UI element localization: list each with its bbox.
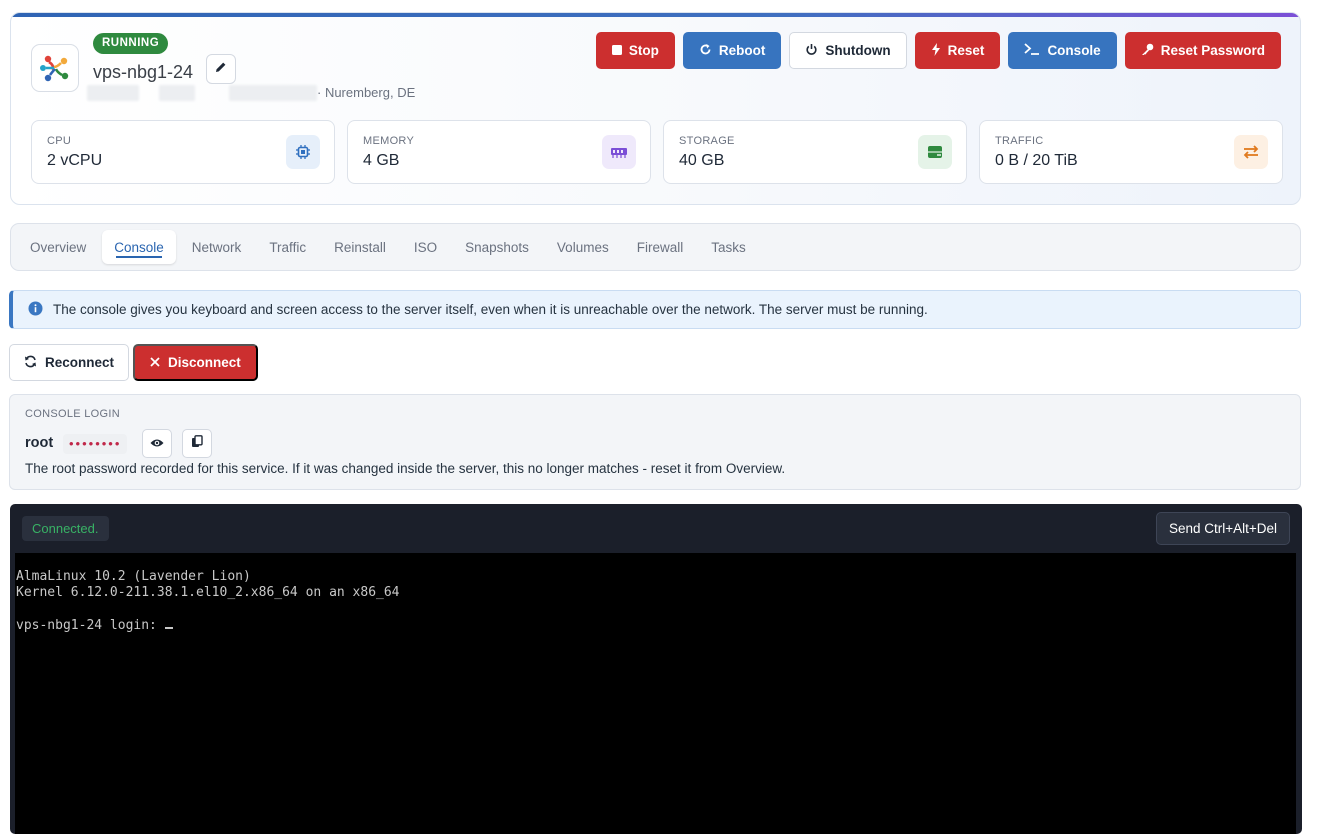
sync-icon	[24, 355, 37, 371]
refresh-icon	[699, 43, 712, 59]
stat-value: 2 vCPU	[47, 152, 103, 169]
send-ctrl-alt-del-button[interactable]: Send Ctrl+Alt+Del	[1155, 512, 1290, 545]
reconnect-button[interactable]: Reconnect	[9, 344, 130, 381]
disconnect-button-label: Disconnect	[168, 355, 241, 370]
key-icon	[1141, 43, 1154, 59]
stop-button-label: Stop	[628, 43, 659, 58]
stop-button[interactable]: Stop	[595, 32, 675, 69]
stat-label: MEMORY	[363, 135, 415, 147]
stat-label: TRAFFIC	[995, 135, 1044, 147]
stat-value: 0 B / 20 TiB	[995, 152, 1078, 169]
redacted-address	[87, 85, 139, 101]
tab-network[interactable]: Network	[180, 230, 254, 264]
cpu-chip-icon	[286, 135, 320, 169]
stat-storage: STORAGE 40 GB	[663, 120, 967, 184]
tab-tasks[interactable]: Tasks	[699, 230, 758, 264]
terminal-icon	[1024, 43, 1040, 58]
stat-label: STORAGE	[679, 135, 735, 147]
reconnect-button-label: Reconnect	[45, 355, 115, 370]
reboot-button[interactable]: Reboot	[682, 32, 782, 69]
tab-iso[interactable]: ISO	[402, 230, 449, 264]
resource-stats: CPU 2 vCPU MEMORY 4 GB STORAGE 40 GB TRA…	[31, 120, 1283, 184]
storage-drive-icon	[918, 135, 952, 169]
os-logo-icon	[31, 44, 79, 92]
login-note: The root password recorded for this serv…	[25, 461, 786, 476]
reset-button[interactable]: Reset	[914, 32, 1001, 69]
reset-button-label: Reset	[947, 43, 985, 58]
console-button[interactable]: Console	[1008, 32, 1117, 69]
console-panel: Connected. Send Ctrl+Alt+Del AlmaLinux 1…	[10, 504, 1302, 834]
tab-traffic[interactable]: Traffic	[257, 230, 318, 264]
console-screen[interactable]: AlmaLinux 10.2 (Lavender Lion) Kernel 6.…	[15, 553, 1296, 834]
tab-console[interactable]: Console	[102, 230, 176, 264]
console-line: AlmaLinux 10.2 (Lavender Lion)	[16, 569, 251, 584]
reset-password-button[interactable]: Reset Password	[1124, 32, 1281, 69]
tab-overview[interactable]: Overview	[18, 230, 98, 264]
edit-hostname-button[interactable]	[206, 54, 236, 84]
console-button-label: Console	[1047, 43, 1101, 58]
disconnect-button[interactable]: Disconnect	[133, 344, 258, 381]
console-line: Kernel 6.12.0-211.38.1.el10_2.x86_64 on …	[16, 585, 400, 600]
tab-snapshots[interactable]: Snapshots	[453, 230, 541, 264]
reveal-password-button[interactable]	[142, 429, 172, 458]
info-icon	[28, 301, 43, 319]
power-icon	[805, 43, 818, 59]
tab-firewall[interactable]: Firewall	[625, 230, 696, 264]
console-info-alert: The console gives you keyboard and scree…	[9, 290, 1301, 329]
bolt-icon	[931, 42, 941, 59]
eye-icon	[150, 435, 164, 453]
console-line: vps-nbg1-24 login:	[16, 618, 165, 633]
redacted-address	[159, 85, 195, 101]
text-cursor	[164, 617, 173, 629]
copy-password-button[interactable]	[182, 429, 212, 458]
redacted-addresses	[87, 84, 317, 102]
reboot-button-label: Reboot	[718, 43, 766, 58]
close-icon	[150, 355, 160, 370]
stop-icon	[611, 43, 622, 58]
stat-value: 40 GB	[679, 152, 725, 169]
traffic-arrows-icon	[1234, 135, 1268, 169]
tab-volumes[interactable]: Volumes	[545, 230, 621, 264]
login-username: root	[25, 435, 54, 451]
connection-status: Connected.	[22, 516, 109, 541]
reset-password-button-label: Reset Password	[1160, 43, 1265, 58]
server-tabs: Overview Console Network Traffic Reinsta…	[10, 223, 1301, 271]
memory-icon	[602, 135, 636, 169]
info-text: The console gives you keyboard and scree…	[53, 302, 928, 317]
tab-reinstall[interactable]: Reinstall	[322, 230, 398, 264]
shutdown-button-label: Shutdown	[825, 43, 891, 58]
stat-value: 4 GB	[363, 152, 400, 169]
server-location: · Nuremberg, DE	[317, 85, 416, 100]
shutdown-button[interactable]: Shutdown	[789, 32, 907, 69]
stat-label: CPU	[47, 135, 72, 147]
server-actions: Stop Reboot Shutdown Reset Console Reset…	[595, 32, 1281, 69]
console-login-label: CONSOLE LOGIN	[25, 408, 120, 420]
stat-cpu: CPU 2 vCPU	[31, 120, 335, 184]
console-login-panel: CONSOLE LOGIN root •••••••• The root pas…	[9, 394, 1301, 490]
header-accent-bar	[11, 13, 1300, 17]
stat-traffic: TRAFFIC 0 B / 20 TiB	[979, 120, 1283, 184]
copy-icon	[191, 434, 203, 453]
server-hostname: vps-nbg1-24	[93, 62, 194, 82]
login-password-masked: ••••••••	[63, 434, 128, 454]
stat-memory: MEMORY 4 GB	[347, 120, 651, 184]
server-header-card: RUNNING vps-nbg1-24 · Nuremberg, DE Stop…	[10, 12, 1301, 205]
status-badge: RUNNING	[93, 33, 169, 54]
redacted-address	[229, 85, 317, 101]
pencil-icon	[215, 60, 227, 78]
